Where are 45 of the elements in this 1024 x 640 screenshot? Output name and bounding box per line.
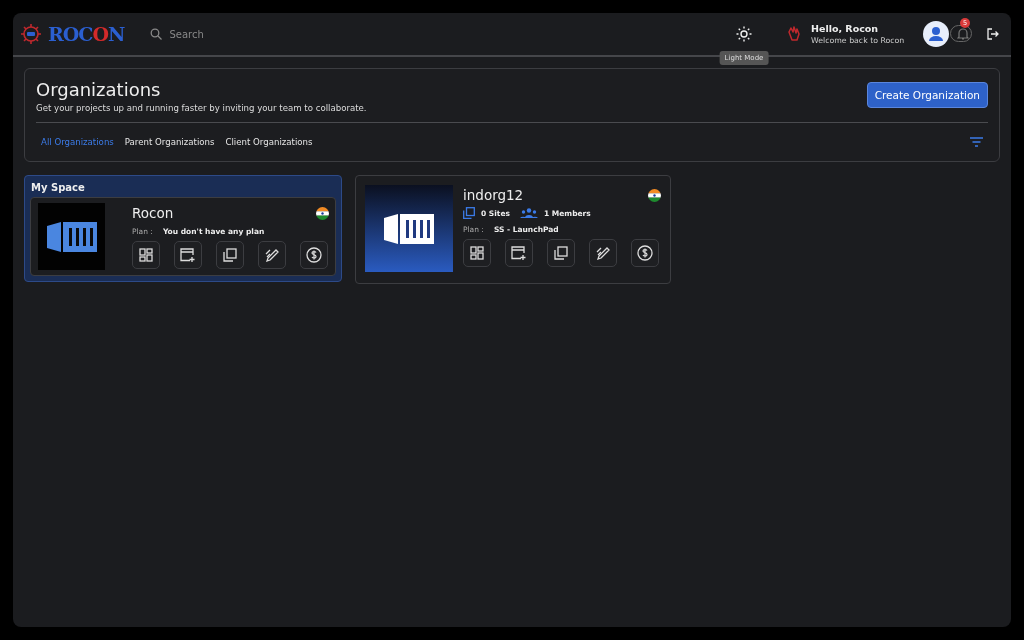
container-icon bbox=[382, 211, 436, 246]
search-field[interactable]: Search bbox=[167, 27, 292, 41]
dashboard-button[interactable] bbox=[132, 241, 160, 269]
organization-name: Rocon bbox=[132, 205, 174, 221]
add-window-icon bbox=[180, 248, 196, 262]
dollar-icon bbox=[637, 245, 653, 261]
logo-wordmark: ROCON bbox=[48, 23, 125, 45]
tab[interactable]: Client Organizations bbox=[225, 137, 313, 147]
add-window-button[interactable] bbox=[174, 241, 202, 269]
dollar-icon bbox=[306, 247, 322, 263]
dashboard-icon bbox=[470, 246, 484, 260]
copy-icon bbox=[554, 246, 568, 260]
people-icon bbox=[519, 208, 538, 218]
copy-icon bbox=[223, 248, 237, 262]
copy-button[interactable] bbox=[216, 241, 244, 269]
sun-icon[interactable] bbox=[736, 26, 752, 42]
filter-icon[interactable] bbox=[970, 137, 983, 147]
tab[interactable]: Parent Organizations bbox=[124, 137, 215, 147]
dashboard-icon bbox=[139, 248, 153, 262]
edit-button[interactable] bbox=[258, 241, 286, 269]
dollar-button[interactable] bbox=[631, 239, 659, 267]
dashboard-button[interactable] bbox=[463, 239, 491, 267]
logout-icon[interactable] bbox=[987, 28, 999, 40]
india-flag-icon bbox=[316, 206, 329, 220]
greeting-text: Hello, Rocon bbox=[811, 23, 880, 34]
page-title: Organizations bbox=[36, 79, 162, 100]
copy-button[interactable] bbox=[547, 239, 575, 267]
avatar-icon[interactable] bbox=[923, 21, 949, 47]
add-window-button[interactable] bbox=[505, 239, 533, 267]
add-window-icon bbox=[511, 246, 527, 260]
search-icon bbox=[150, 28, 163, 40]
pencil-icon bbox=[596, 246, 610, 260]
stack-icon bbox=[463, 207, 475, 219]
dollar-button[interactable] bbox=[300, 241, 328, 269]
pencil-icon bbox=[265, 248, 279, 262]
edit-button[interactable] bbox=[589, 239, 617, 267]
create-organization-button[interactable]: Create Organization bbox=[866, 82, 988, 108]
tab[interactable]: All Organizations bbox=[41, 137, 114, 147]
organization-name: indorg12 bbox=[463, 187, 524, 203]
india-flag-icon bbox=[648, 188, 661, 202]
page-subtitle: Get your projects up and running faster by inviting your team to collaborate. bbox=[36, 103, 367, 113]
gear-logo-icon bbox=[19, 22, 43, 46]
bell-icon bbox=[957, 27, 969, 40]
section-title: My Space bbox=[31, 182, 86, 193]
container-icon bbox=[44, 219, 99, 254]
